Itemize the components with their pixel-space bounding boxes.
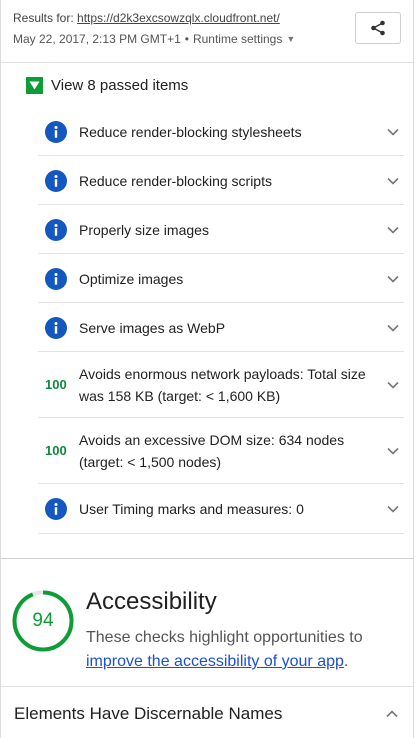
info-icon: [45, 316, 67, 339]
share-button[interactable]: [355, 12, 401, 44]
report-date: May 22, 2017, 2:13 PM GMT+1: [13, 32, 181, 46]
chevron-down-icon: [387, 324, 399, 332]
audit-title: Reduce render-blocking scripts: [79, 172, 272, 189]
passed-items-label: View 8 passed items: [51, 77, 189, 94]
chevron-down-icon: [387, 177, 399, 185]
chevron-down-icon: [387, 447, 399, 455]
runtime-settings-label: Runtime settings: [192, 32, 283, 46]
chevron-down-icon: [387, 381, 399, 389]
chevron-down-icon: [387, 128, 399, 136]
accessibility-score: 94: [32, 610, 54, 631]
audit-title: Reduce render-blocking stylesheets: [79, 124, 302, 140]
runtime-settings-toggle[interactable]: Runtime settings ▼: [193, 32, 295, 46]
passed-audit-list: Reduce render-blocking stylesheets Reduce…: [38, 108, 404, 534]
audit-title: Avoids enormous network payloads: Total …: [79, 366, 366, 404]
chevron-down-icon: [387, 275, 399, 283]
share-icon: [371, 20, 385, 36]
report-header: Results for: https://d2k3excsowzqlx.clou…: [1, 0, 413, 63]
audit-title: User Timing marks and measures: 0: [79, 501, 304, 517]
chevron-down-icon: [387, 505, 399, 513]
category-description: These checks highlight opportunities to …: [86, 626, 396, 674]
separator-dot: •: [184, 32, 189, 46]
info-icon: [45, 121, 67, 143]
chevron-up-icon: [386, 710, 398, 718]
info-icon: [45, 498, 67, 520]
info-icon: [45, 267, 67, 290]
results-prefix: Results for:: [13, 11, 78, 25]
results-for-line: Results for: https://d2k3excsowzqlx.clou…: [13, 11, 280, 25]
passed-audit-row[interactable]: Optimize images: [38, 254, 404, 303]
passed-audit-row[interactable]: 100 Avoids enormous network payloads: Tot…: [38, 352, 404, 418]
report-meta-line: May 22, 2017, 2:13 PM GMT+1 • Runtime sett…: [13, 32, 295, 46]
passed-audit-row[interactable]: User Timing marks and measures: 0: [38, 484, 404, 534]
expand-triangle-icon: [26, 77, 43, 94]
audit-score: 100: [45, 377, 67, 392]
passed-audit-row[interactable]: Reduce render-blocking scripts: [38, 156, 404, 205]
accessibility-learn-link[interactable]: improve the accessibility of your app: [86, 653, 344, 670]
section-divider: [1, 558, 413, 559]
audit-title: Serve images as WebP: [79, 319, 226, 336]
category-title: Accessibility: [86, 588, 217, 615]
passed-items-toggle[interactable]: View 8 passed items: [26, 77, 188, 94]
audit-title: Properly size images: [79, 221, 209, 238]
chevron-down-icon: ▼: [286, 34, 296, 44]
category-description-text: These checks highlight opportunities to: [86, 629, 363, 646]
audit-group-title: Elements Have Discernable Names: [14, 704, 283, 723]
passed-audit-row[interactable]: 100 Avoids an excessive DOM size: 634 nod…: [38, 418, 404, 484]
audit-score: 100: [45, 443, 67, 458]
chevron-down-icon: [387, 226, 399, 234]
audit-group-header[interactable]: Elements Have Discernable Names: [1, 686, 413, 723]
category-description-end: .: [343, 653, 349, 670]
passed-audit-row[interactable]: Serve images as WebP: [38, 303, 404, 352]
info-icon: [45, 169, 67, 192]
passed-audit-row[interactable]: Properly size images: [38, 205, 404, 254]
audit-title: Avoids an excessive DOM size: 634 nodes …: [79, 432, 345, 470]
report-url-link[interactable]: https://d2k3excsowzqlx.cloudfront.net/: [77, 11, 280, 25]
audit-title: Optimize images: [79, 270, 184, 287]
info-icon: [45, 218, 67, 241]
report-page: Results for: https://d2k3excsowzqlx.clou…: [0, 0, 414, 738]
passed-audit-row[interactable]: Reduce render-blocking stylesheets: [38, 108, 404, 156]
